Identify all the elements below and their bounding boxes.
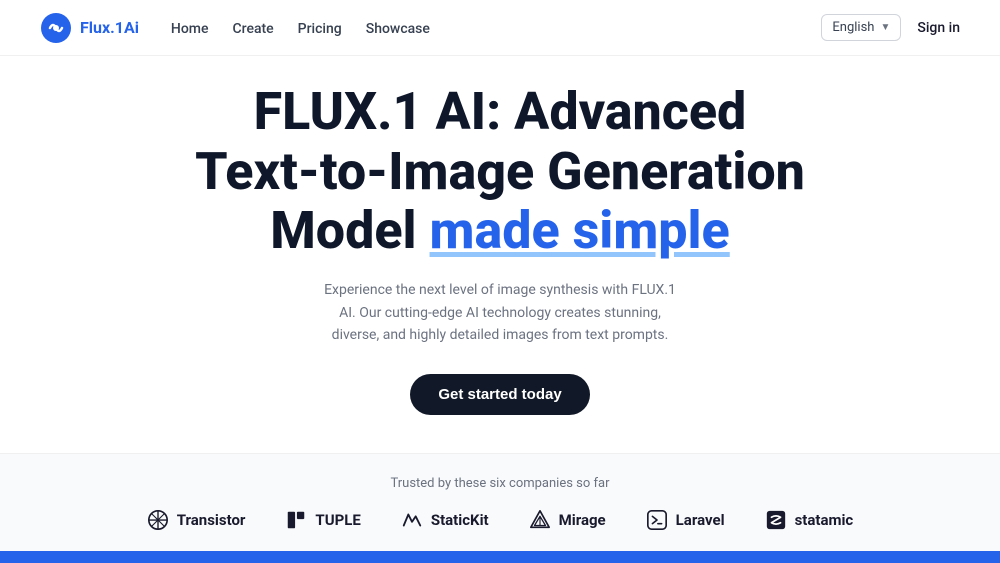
tuple-icon <box>285 509 307 531</box>
navbar: Flux.1Ai Home Create Pricing Showcase En… <box>0 0 1000 56</box>
transistor-icon <box>147 509 169 531</box>
statickit-icon <box>401 509 423 531</box>
footer-bar <box>0 551 1000 563</box>
language-selector[interactable]: English ▼ <box>821 14 901 41</box>
trust-label: Trusted by these six companies so far <box>40 476 960 491</box>
logo-icon <box>40 12 72 44</box>
company-tuple: TUPLE <box>285 509 360 531</box>
navbar-right: English ▼ Sign in <box>821 14 960 41</box>
navbar-left: Flux.1Ai Home Create Pricing Showcase <box>40 12 430 44</box>
nav-link-showcase[interactable]: Showcase <box>366 21 430 37</box>
chevron-down-icon: ▼ <box>880 22 890 33</box>
hero-title-line3-plain: Model <box>270 200 429 261</box>
company-mirage: Mirage <box>529 509 606 531</box>
trust-section: Trusted by these six companies so far Tr… <box>0 453 1000 551</box>
nav-link-create[interactable]: Create <box>233 21 274 37</box>
logo[interactable]: Flux.1Ai <box>40 12 139 44</box>
company-transistor: Transistor <box>147 509 246 531</box>
laravel-label: Laravel <box>676 511 725 529</box>
transistor-label: Transistor <box>177 511 246 529</box>
mirage-label: Mirage <box>559 511 606 529</box>
laravel-icon <box>646 509 668 531</box>
nav-link-pricing[interactable]: Pricing <box>298 21 342 37</box>
company-logos: Transistor TUPLE StaticKit Mirage <box>40 509 960 531</box>
mirage-icon <box>529 509 551 531</box>
nav-link-home[interactable]: Home <box>171 21 209 37</box>
statickit-label: StaticKit <box>431 511 489 529</box>
hero-title-line2: Text-to-Image Generation <box>195 141 805 202</box>
company-statickit: StaticKit <box>401 509 489 531</box>
logo-text: Flux.1Ai <box>80 18 139 37</box>
hero-title-line1: FLUX.1 AI: Advanced <box>254 81 747 142</box>
hero-subtitle: Experience the next level of image synth… <box>320 279 680 346</box>
statamic-label: statamic <box>795 511 854 529</box>
hero-section: FLUX.1 AI: Advanced Text-to-Image Genera… <box>0 56 1000 453</box>
language-label: English <box>832 20 874 35</box>
company-laravel: Laravel <box>646 509 725 531</box>
nav-links: Home Create Pricing Showcase <box>171 18 430 37</box>
hero-title-highlight: made simple <box>430 200 730 261</box>
signin-button[interactable]: Sign in <box>917 20 960 36</box>
hero-title: FLUX.1 AI: Advanced Text-to-Image Genera… <box>195 82 805 261</box>
statamic-icon <box>765 509 787 531</box>
cta-button[interactable]: Get started today <box>410 374 589 415</box>
tuple-label: TUPLE <box>315 511 360 529</box>
company-statamic: statamic <box>765 509 854 531</box>
